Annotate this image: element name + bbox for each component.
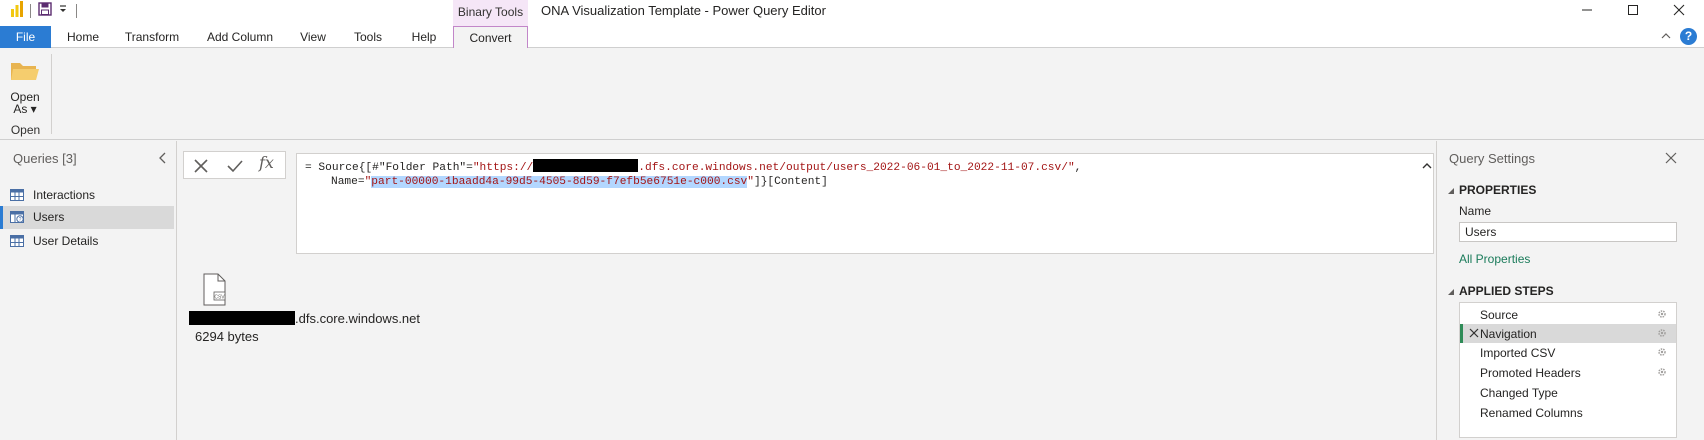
step-label: Promoted Headers xyxy=(1480,366,1581,380)
step-label: Imported CSV xyxy=(1480,346,1556,360)
formula-controls: fx xyxy=(183,151,286,179)
open-as-button[interactable]: Open As ▾ xyxy=(6,58,44,120)
svg-text:CSV: CSV xyxy=(214,294,225,300)
table-error-icon: ? xyxy=(10,211,24,223)
fx-icon[interactable]: fx xyxy=(259,153,274,172)
maximize-button[interactable] xyxy=(1610,0,1656,20)
all-properties-link[interactable]: All Properties xyxy=(1459,252,1530,266)
binary-tools-context-label: Binary Tools xyxy=(453,0,528,26)
tab-view[interactable]: View xyxy=(292,26,334,48)
binary-file-size: 6294 bytes xyxy=(195,329,259,344)
quick-access-divider xyxy=(76,4,77,18)
minimize-button[interactable] xyxy=(1564,0,1610,20)
help-icon[interactable]: ? xyxy=(1680,28,1697,45)
customize-quick-access-icon[interactable] xyxy=(58,2,68,16)
table-icon xyxy=(10,189,24,201)
step-changed-type[interactable]: Changed Type xyxy=(1460,383,1676,402)
queries-pane: Queries [3] Interactions ? Users User De… xyxy=(0,141,177,440)
collapse-ribbon-icon[interactable] xyxy=(1660,30,1672,42)
formula-string: "https:// xyxy=(472,162,534,174)
query-item-user-details[interactable]: User Details xyxy=(0,230,174,253)
formula-text: Name= xyxy=(331,176,365,188)
window-title: ONA Visualization Template - Power Query… xyxy=(541,3,826,18)
step-source[interactable]: Source xyxy=(1460,305,1676,324)
step-promoted-headers[interactable]: Promoted Headers xyxy=(1460,363,1676,382)
minimize-icon xyxy=(1582,9,1592,11)
redacted-text xyxy=(189,311,295,325)
step-navigation[interactable]: Navigation xyxy=(1460,324,1676,343)
formula-line-2: Name= "part-00000-1baadd4a-99d5-4505-8d59… xyxy=(331,176,828,188)
ribbon-group-divider xyxy=(51,54,52,134)
query-item-users[interactable]: ? Users xyxy=(0,206,174,229)
gear-icon[interactable] xyxy=(1656,327,1668,339)
tab-transform[interactable]: Transform xyxy=(118,26,186,48)
ribbon-body: Open As ▾ Open xyxy=(0,48,1704,140)
query-item-label: User Details xyxy=(33,234,99,248)
formula-line-1: = Source{[#"Folder Path"="https:// .dfs.c… xyxy=(305,159,1081,174)
tab-help[interactable]: Help xyxy=(405,26,443,48)
quick-access-divider xyxy=(30,4,31,18)
chevron-up-icon[interactable] xyxy=(1421,160,1433,172)
step-renamed-columns[interactable]: Renamed Columns xyxy=(1460,403,1676,422)
formula-selected-string: part-00000-1baadd4a-99d5-4505-8d59-f7efb… xyxy=(371,176,748,188)
step-label: Navigation xyxy=(1480,327,1537,341)
maximize-icon xyxy=(1628,5,1638,15)
query-name-input[interactable] xyxy=(1459,222,1677,242)
chevron-left-icon[interactable] xyxy=(158,152,168,164)
delete-step-icon[interactable] xyxy=(1469,328,1479,338)
save-icon[interactable] xyxy=(38,2,52,16)
redacted-text xyxy=(533,159,639,172)
formula-string: " xyxy=(747,176,754,188)
step-imported-csv[interactable]: Imported CSV xyxy=(1460,343,1676,362)
query-settings-pane: Query Settings PROPERTIES Name All Prope… xyxy=(1436,141,1704,440)
queries-title: Queries [3] xyxy=(13,151,77,166)
query-settings-title: Query Settings xyxy=(1449,151,1535,166)
tab-file[interactable]: File xyxy=(0,26,51,48)
step-label: Renamed Columns xyxy=(1480,406,1583,420)
query-item-label: Interactions xyxy=(33,188,96,202)
formula-text: , xyxy=(1074,162,1082,174)
gear-icon[interactable] xyxy=(1656,366,1668,378)
step-label: Changed Type xyxy=(1480,386,1558,400)
name-label: Name xyxy=(1459,204,1492,218)
applied-steps-list: Source Navigation Imported CSV Promoted … xyxy=(1459,302,1677,438)
ribbon-tab-bar: File Home Transform Add Column View Tool… xyxy=(0,26,1704,49)
applied-steps-header: APPLIED STEPS xyxy=(1459,284,1554,298)
collapse-triangle-icon[interactable] xyxy=(1448,188,1454,194)
file-name-text: .dfs.core.windows.net xyxy=(295,311,421,326)
close-window-button[interactable] xyxy=(1656,0,1702,20)
ribbon-group-label: Open xyxy=(10,123,41,137)
confirm-formula-icon[interactable] xyxy=(226,157,244,175)
tab-add-column[interactable]: Add Column xyxy=(200,26,280,48)
formula-text: = Source{[#"Folder Path"= xyxy=(305,162,473,174)
power-bi-logo-icon xyxy=(11,1,23,17)
formula-bar[interactable]: = Source{[#"Folder Path"="https:// .dfs.c… xyxy=(296,153,1434,254)
gear-icon[interactable] xyxy=(1656,346,1668,358)
main-preview-area: fx = Source{[#"Folder Path"="https:// .df… xyxy=(177,141,1436,440)
open-as-dropdown-label: As ▾ xyxy=(13,102,37,116)
collapse-triangle-icon[interactable] xyxy=(1448,289,1454,295)
binary-file-name: .dfs.core.windows.net xyxy=(189,311,420,326)
cancel-formula-icon[interactable] xyxy=(192,157,210,175)
tab-tools[interactable]: Tools xyxy=(348,26,388,48)
close-icon xyxy=(1673,4,1685,16)
gear-icon[interactable] xyxy=(1656,308,1668,320)
table-icon xyxy=(10,235,24,247)
query-item-label: Users xyxy=(33,210,65,224)
csv-file-icon[interactable]: CSV xyxy=(199,273,229,307)
formula-string: .dfs.core.windows.net/output/users_2022-… xyxy=(638,162,1075,174)
title-bar: Binary Tools ONA Visualization Template … xyxy=(0,0,1704,26)
query-item-interactions[interactable]: Interactions xyxy=(0,184,174,207)
folder-icon xyxy=(11,63,39,80)
properties-header: PROPERTIES xyxy=(1459,183,1537,197)
tab-home[interactable]: Home xyxy=(58,26,108,48)
formula-text: ]}[Content] xyxy=(753,176,828,188)
svg-text:?: ? xyxy=(19,217,22,223)
close-icon[interactable] xyxy=(1665,152,1677,164)
tab-convert[interactable]: Convert xyxy=(453,26,528,49)
step-label: Source xyxy=(1480,308,1519,322)
